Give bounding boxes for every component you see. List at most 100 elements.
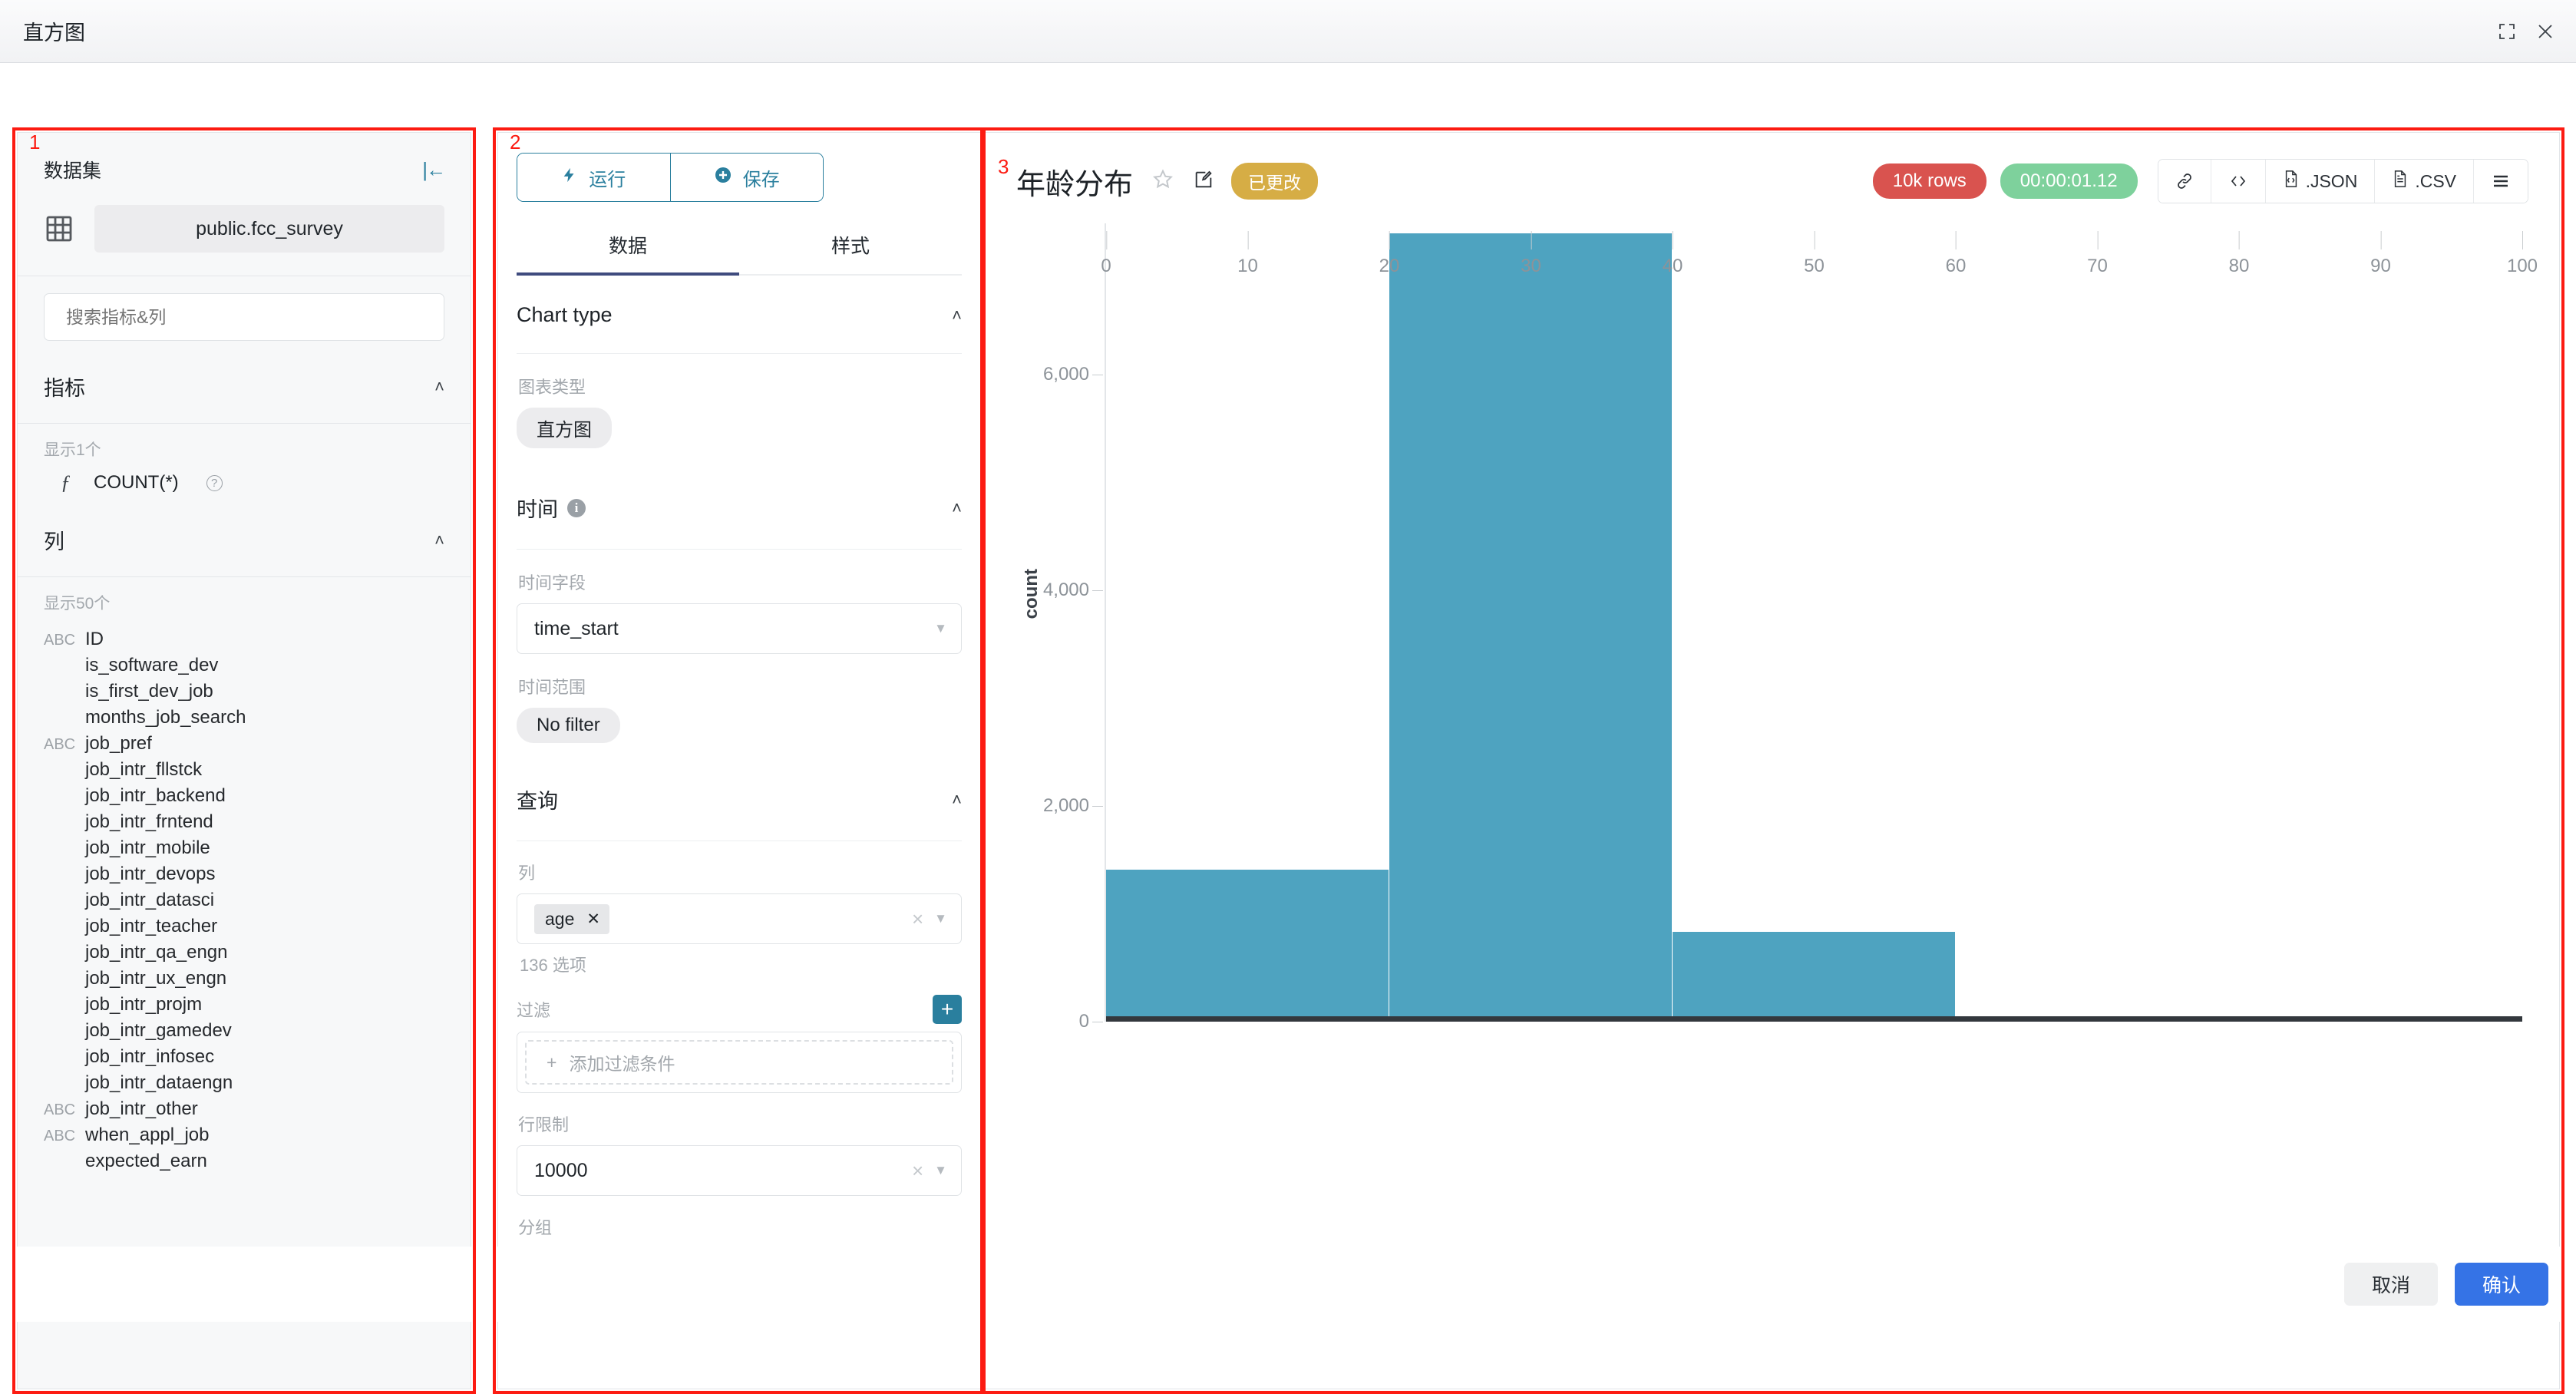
run-button[interactable]: 运行 [517, 154, 670, 201]
column-list-item[interactable]: job_intr_infosec [18, 1044, 471, 1070]
column-name-label: job_intr_backend [85, 785, 226, 806]
column-tag-age[interactable]: age ✕ [534, 903, 609, 934]
columns-section-header[interactable]: 列 ˄ [18, 499, 471, 576]
tab-style[interactable]: 样式 [739, 219, 962, 274]
query-columns-options-hint: 136 选项 [520, 956, 586, 975]
column-list-item[interactable]: job_intr_dataengn [18, 1070, 471, 1096]
column-list-item[interactable]: months_job_search [18, 705, 471, 731]
csv-file-icon [2392, 169, 2409, 193]
chart-container: count 0 10 20 30 40 50 60 70 80 90 100 0 2,000 4,000… [1016, 208, 2538, 1114]
time-field-group: 时间字段 time_start ▼ [517, 550, 962, 654]
x-axis-tick-label: 10 [1237, 230, 1258, 277]
tab-data[interactable]: 数据 [517, 219, 739, 276]
metrics-section-header[interactable]: 指标 ˄ [18, 361, 471, 423]
dataset-name[interactable]: public.fcc_survey [94, 205, 444, 253]
code-icon[interactable] [2210, 160, 2265, 203]
star-outline-icon[interactable] [1151, 168, 1174, 195]
chart-panel: 年龄分布 已更改 10k rows 00:00:01.12 .JSON .CSV… [985, 132, 2560, 1389]
metric-item-count[interactable]: ƒ COUNT(*) ? [18, 467, 471, 499]
query-columns-group: 列 age ✕ × ▼ 136 选项 [517, 841, 962, 976]
time-field-label: 时间字段 [518, 573, 586, 593]
histogram-bar[interactable] [1673, 932, 1956, 1022]
y-axis-tick-label: 0 [1079, 1011, 1106, 1032]
add-filter-placeholder: 添加过滤条件 [569, 1054, 675, 1074]
chart-panel-header: 年龄分布 已更改 10k rows 00:00:01.12 .JSON .CSV [986, 133, 2559, 203]
chevron-up-icon[interactable]: ˄ [434, 530, 444, 550]
time-range-value[interactable]: No filter [517, 708, 620, 743]
close-icon[interactable] [2536, 22, 2555, 41]
filters-header: 过滤 + [517, 995, 962, 1024]
annotation-label-1: 1 [29, 130, 41, 154]
confirm-button[interactable]: 确认 [2454, 1263, 2548, 1306]
query-section-header[interactable]: 查询 ˄ [517, 743, 962, 841]
column-name-label: job_intr_infosec [85, 1046, 215, 1067]
window-titlebar: 直方图 [0, 0, 2576, 63]
chart-type-section-header[interactable]: Chart type ˄ [517, 276, 962, 353]
link-icon[interactable] [2158, 160, 2211, 203]
column-list-item[interactable]: job_intr_gamedev [18, 1018, 471, 1044]
info-icon[interactable]: i [567, 498, 586, 517]
collapse-panel-icon[interactable]: |← [422, 158, 446, 182]
chevron-up-icon[interactable]: ˄ [434, 377, 444, 397]
column-list-item[interactable]: job_intr_fllstck [18, 757, 471, 783]
clear-icon[interactable]: × [912, 1159, 923, 1183]
save-button[interactable]: 保存 [669, 154, 823, 201]
column-name-label: job_intr_projm [85, 994, 203, 1015]
csv-export-button[interactable]: .CSV [2374, 160, 2473, 203]
chevron-up-icon[interactable]: ˄ [952, 790, 962, 810]
column-list-item[interactable]: job_intr_mobile [18, 835, 471, 861]
edit-pencil-icon[interactable] [1193, 169, 1214, 194]
column-list-item[interactable]: job_intr_devops [18, 861, 471, 887]
row-limit-select[interactable]: 10000 × ▼ [517, 1145, 962, 1196]
column-list-item[interactable]: job_intr_datasci [18, 887, 471, 913]
column-name-label: job_intr_qa_engn [85, 942, 228, 963]
hamburger-menu-icon[interactable] [2473, 160, 2528, 203]
status-badge-modified[interactable]: 已更改 [1231, 163, 1319, 200]
maximize-icon[interactable] [2498, 22, 2516, 41]
time-field-select[interactable]: time_start ▼ [517, 603, 962, 654]
search-input[interactable] [44, 293, 444, 341]
column-list-item[interactable]: ABC when_appl_job [18, 1122, 471, 1148]
column-list-item[interactable]: job_intr_backend [18, 783, 471, 809]
metric-item-label: COUNT(*) [94, 472, 179, 493]
column-list-item[interactable]: job_intr_projm [18, 992, 471, 1018]
column-name-label: job_intr_ux_engn [85, 968, 227, 989]
clear-icon[interactable]: × [912, 907, 923, 931]
column-list-item[interactable]: job_intr_ux_engn [18, 966, 471, 992]
histogram-bar[interactable] [1389, 233, 1673, 1022]
chart-type-value[interactable]: 直方图 [517, 408, 612, 448]
column-type-label: ABC [44, 632, 76, 649]
column-list-item[interactable]: job_intr_teacher [18, 913, 471, 940]
column-list-item[interactable]: expected_earn [18, 1148, 471, 1174]
cancel-button[interactable]: 取消 [2343, 1263, 2438, 1306]
annotation-label-2: 2 [510, 130, 521, 154]
column-list-item[interactable]: ABC job_intr_other [18, 1096, 471, 1122]
dialog-footer: 取消 确认 [0, 1247, 2576, 1322]
x-axis-tick-label: 70 [2087, 230, 2108, 277]
column-list-item[interactable]: is_software_dev [18, 652, 471, 679]
add-filter-placeholder-row[interactable]: + 添加过滤条件 [525, 1040, 953, 1085]
dataset-selector-row[interactable]: public.fcc_survey [18, 197, 471, 276]
x-axis-tick-label: 0 [1101, 230, 1111, 277]
chevron-up-icon[interactable]: ˄ [952, 305, 962, 325]
json-export-button[interactable]: .JSON [2264, 160, 2375, 203]
dataset-header: 数据集 |← [18, 133, 471, 197]
search-container [18, 276, 471, 361]
help-circle-icon[interactable]: ? [206, 474, 223, 491]
column-list-item[interactable]: ABC ID [18, 626, 471, 652]
control-panel: 运行 保存 数据 样式 Chart type ˄ 图表类型 直方图 时间 i ˄… [497, 132, 981, 1389]
column-list-item[interactable]: ABC job_pref [18, 731, 471, 757]
query-columns-select[interactable]: age ✕ × ▼ [517, 893, 962, 944]
column-list-item[interactable]: is_first_dev_job [18, 679, 471, 705]
filter-dropzone[interactable]: + 添加过滤条件 [517, 1032, 962, 1093]
column-list-item[interactable]: job_intr_frntend [18, 809, 471, 835]
column-name-label: job_intr_datasci [85, 890, 215, 910]
time-section-header[interactable]: 时间 i ˄ [517, 448, 962, 549]
histogram-bar[interactable] [1106, 869, 1389, 1022]
duration-badge: 00:00:01.12 [2000, 163, 2138, 199]
add-filter-button[interactable]: + [933, 995, 962, 1024]
column-type-label: ABC [44, 1128, 76, 1144]
chevron-up-icon[interactable]: ˄ [952, 498, 962, 518]
column-list-item[interactable]: job_intr_qa_engn [18, 940, 471, 966]
remove-tag-icon[interactable]: ✕ [586, 910, 600, 929]
